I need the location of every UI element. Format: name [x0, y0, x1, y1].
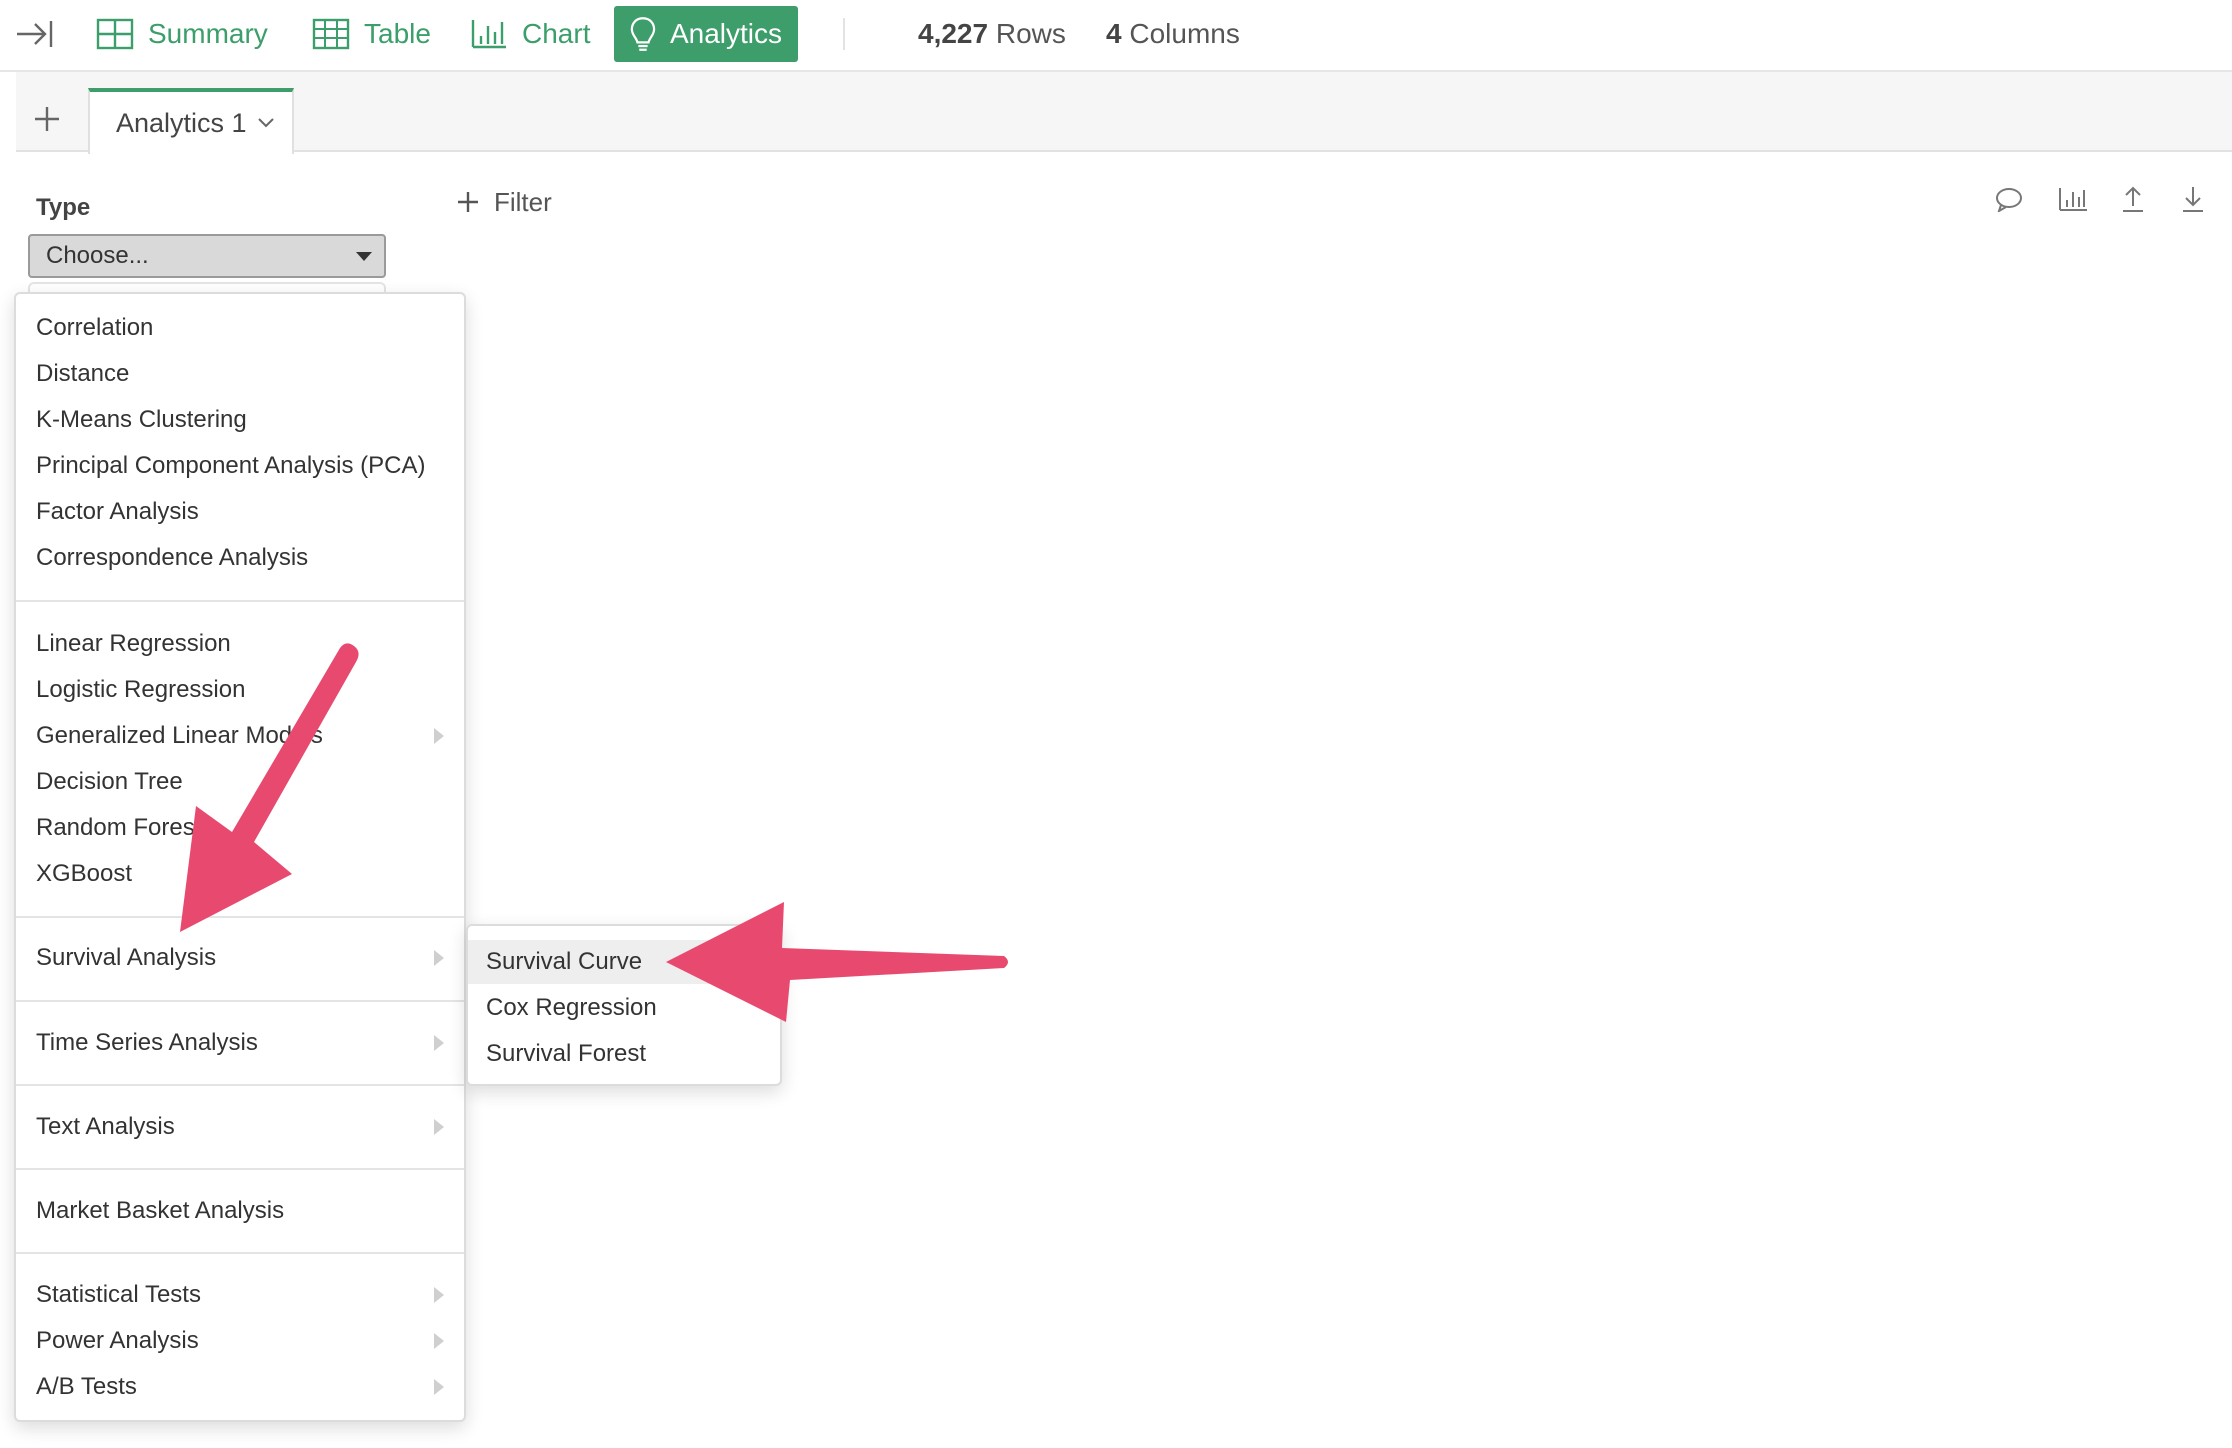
submenu-arrow-icon: [434, 728, 444, 744]
menu-item-text-analysis[interactable]: Text Analysis: [16, 1105, 464, 1149]
analytics-tab-bar: Analytics 1: [16, 72, 2232, 154]
bar-chart-icon: [471, 20, 506, 49]
lightbulb-icon: [630, 17, 656, 51]
menu-divider: [16, 1084, 464, 1086]
submenu-arrow-icon: [434, 1379, 444, 1395]
menu-item-label: Distance: [36, 360, 130, 387]
submenu-arrow-icon: [434, 1287, 444, 1303]
submenu-item-label: Survival Curve: [486, 948, 643, 975]
filter-label: Filter: [494, 186, 552, 217]
menu-item-label: Text Analysis: [36, 1113, 175, 1140]
menu-item-glm[interactable]: Generalized Linear Models: [16, 714, 464, 758]
menu-item-xgboost[interactable]: XGBoost: [16, 852, 464, 896]
nav-table-label: Table: [364, 18, 431, 49]
menu-item-factor-analysis[interactable]: Factor Analysis: [16, 490, 464, 534]
type-label: Type: [36, 194, 91, 221]
submenu-arrow-icon: [434, 1035, 444, 1051]
nav-chart-button[interactable]: Chart: [454, 6, 606, 62]
menu-item-power-analysis[interactable]: Power Analysis: [16, 1319, 464, 1363]
menu-item-label: Random Forest: [36, 814, 202, 841]
menu-item-statistical-tests[interactable]: Statistical Tests: [16, 1273, 464, 1317]
submenu-arrow-icon: [434, 1119, 444, 1135]
menu-item-ab-tests[interactable]: A/B Tests: [16, 1365, 464, 1409]
download-icon[interactable]: [2176, 182, 2210, 216]
submenu-arrow-icon: [434, 1333, 444, 1349]
columns-count: 4: [1106, 18, 1122, 49]
comment-icon[interactable]: [1992, 182, 2026, 216]
add-filter-button[interactable]: Filter: [456, 184, 552, 220]
menu-item-label: Logistic Regression: [36, 676, 246, 703]
menu-divider: [16, 1000, 464, 1002]
menu-item-random-forest[interactable]: Random Forest: [16, 806, 464, 850]
submenu-item-survival-curve[interactable]: Survival Curve: [468, 940, 780, 984]
menu-item-market-basket-analysis[interactable]: Market Basket Analysis: [16, 1189, 464, 1233]
menu-item-label: K-Means Clustering: [36, 406, 247, 433]
columns-stat: 4 Columns: [1106, 18, 1240, 50]
menu-item-label: Linear Regression: [36, 630, 231, 657]
top-toolbar: Summary Table Chart Analytics 4,227 Rows…: [0, 0, 2232, 72]
menu-item-label: Survival Analysis: [36, 944, 217, 971]
caret-down-icon: [356, 252, 372, 261]
toolbar-divider: [843, 18, 845, 50]
menu-item-label: XGBoost: [36, 860, 133, 887]
nav-analytics-button[interactable]: Analytics: [614, 6, 798, 62]
submenu-item-label: Cox Regression: [486, 994, 657, 1021]
menu-item-survival-analysis[interactable]: Survival Analysis: [16, 936, 464, 980]
rows-stat: 4,227 Rows: [918, 18, 1066, 50]
type-select[interactable]: Choose...: [28, 234, 386, 278]
menu-item-label: Decision Tree: [36, 768, 183, 795]
submenu-item-label: Survival Forest: [486, 1040, 647, 1067]
menu-item-pca[interactable]: Principal Component Analysis (PCA): [16, 444, 464, 488]
nav-analytics-label: Analytics: [669, 18, 782, 49]
menu-item-kmeans[interactable]: K-Means Clustering: [16, 398, 464, 442]
tab-analytics-1[interactable]: Analytics 1: [88, 88, 294, 154]
analytics-type-menu: Correlation Distance K-Means Clustering …: [14, 292, 466, 1422]
submenu-item-cox-regression[interactable]: Cox Regression: [468, 986, 780, 1030]
menu-item-label: Correspondence Analysis: [36, 544, 309, 571]
collapse-sidebar-icon[interactable]: [14, 16, 54, 52]
nav-table-button[interactable]: Table: [296, 6, 447, 62]
plus-icon: [458, 192, 478, 212]
menu-divider: [16, 916, 464, 918]
submenu-item-survival-forest[interactable]: Survival Forest: [468, 1032, 780, 1076]
table-grid-icon: [312, 18, 350, 50]
menu-item-linear-regression[interactable]: Linear Regression: [16, 622, 464, 666]
rows-label: Rows: [995, 18, 1066, 49]
menu-item-distance[interactable]: Distance: [16, 352, 464, 396]
menu-item-label: Time Series Analysis: [36, 1029, 258, 1056]
chevron-down-icon[interactable]: [257, 117, 275, 129]
menu-item-label: Power Analysis: [36, 1327, 199, 1354]
menu-item-label: A/B Tests: [36, 1373, 137, 1400]
menu-item-label: Generalized Linear Models: [36, 722, 323, 749]
menu-item-label: Statistical Tests: [36, 1281, 201, 1308]
type-select-value: Choose...: [46, 242, 149, 269]
rows-count: 4,227: [918, 18, 989, 49]
menu-item-label: Factor Analysis: [36, 498, 199, 525]
submenu-arrow-icon: [434, 950, 444, 966]
upload-icon[interactable]: [2116, 182, 2150, 216]
menu-item-label: Market Basket Analysis: [36, 1197, 285, 1224]
menu-item-correspondence-analysis[interactable]: Correspondence Analysis: [16, 536, 464, 580]
survival-analysis-submenu: Survival Curve Cox Regression Survival F…: [466, 924, 782, 1086]
menu-item-logistic-regression[interactable]: Logistic Regression: [16, 668, 464, 712]
plus-icon[interactable]: [32, 104, 62, 134]
menu-item-correlation[interactable]: Correlation: [16, 306, 464, 350]
nav-chart-label: Chart: [522, 18, 591, 49]
summary-grid-icon: [96, 18, 134, 50]
menu-item-decision-tree[interactable]: Decision Tree: [16, 760, 464, 804]
menu-divider: [16, 1168, 464, 1170]
tab-label: Analytics 1: [116, 107, 247, 138]
columns-label: Columns: [1129, 18, 1240, 49]
menu-item-time-series-analysis[interactable]: Time Series Analysis: [16, 1021, 464, 1065]
nav-summary-label: Summary: [148, 18, 268, 49]
nav-summary-button[interactable]: Summary: [80, 6, 284, 62]
menu-divider: [16, 600, 464, 602]
chart-icon[interactable]: [2056, 182, 2090, 216]
menu-divider: [16, 1252, 464, 1254]
menu-item-label: Principal Component Analysis (PCA): [36, 452, 426, 479]
menu-item-label: Correlation: [36, 314, 154, 341]
